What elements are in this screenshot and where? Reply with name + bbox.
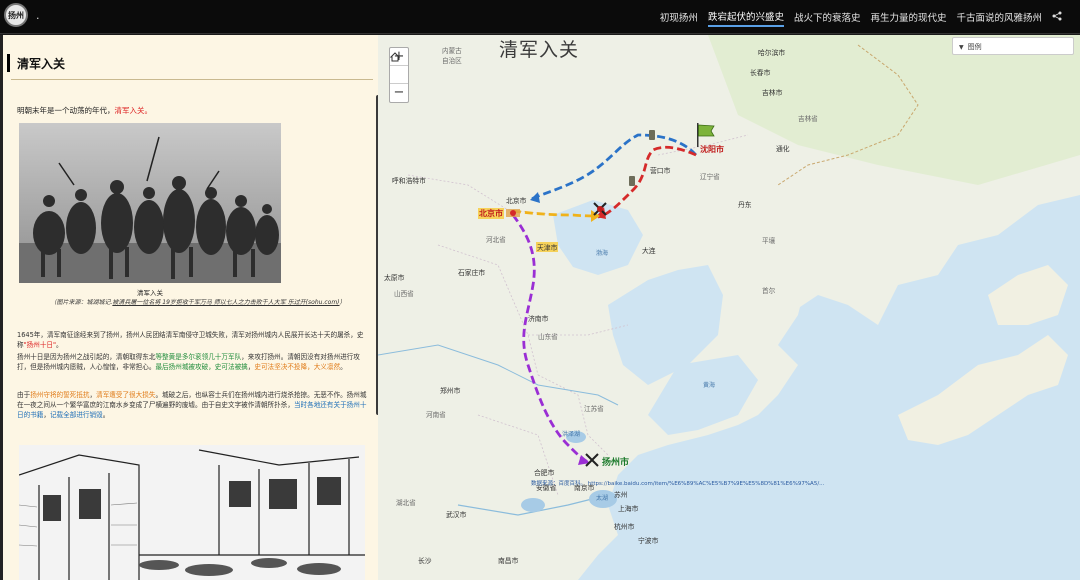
label-tianjin: 天津市 xyxy=(536,242,559,252)
label-liaoning: 辽宁省 xyxy=(700,173,720,181)
label-changchun: 长春市 xyxy=(750,69,771,77)
para3-highlight-b: 扬州守将的誓死抵抗 xyxy=(30,391,90,399)
soldier-icon xyxy=(649,130,655,140)
label-jinan: 济南市 xyxy=(528,315,549,323)
label-shanxi: 山西省 xyxy=(394,290,414,298)
label-hefei: 合肥市 xyxy=(534,469,555,477)
map-title: 清军入关 xyxy=(499,39,580,61)
label-huanghai: 黄海 xyxy=(703,382,716,389)
label-ningbo: 宁波市 xyxy=(638,537,659,545)
para3-text-a: 由于 xyxy=(17,391,31,399)
story-panel[interactable]: 清军入关 明朝末年是一个动荡的年代，清军入关。 清军入关 （图片来源：城湖城记.… xyxy=(0,35,378,580)
legend-label: 图例 xyxy=(967,43,982,51)
crossed-swords-icon[interactable] xyxy=(592,201,608,217)
cavalry-photo xyxy=(19,123,281,283)
photo-source-prefix: （图片来源：城湖城记. xyxy=(50,299,113,306)
label-henan: 河南省 xyxy=(426,411,446,419)
label-tonghua: 通化 xyxy=(776,145,790,153)
beijing-marker-icon xyxy=(506,209,520,217)
app-title: . xyxy=(36,9,40,22)
label-zhengzhou: 郑州市 xyxy=(440,387,461,395)
para1-text-a: 1645年，清军南征途经来到了扬州，扬州人民团结清军南侵守卫城失败，清军对扬州城… xyxy=(17,331,364,349)
para2-highlight-b: 等整黄是多尔衮领几十万军队 xyxy=(155,353,242,361)
label-jilin-city: 吉林市 xyxy=(762,89,783,97)
label-yangzhou: 扬州市 xyxy=(602,458,630,468)
label-beijing-city: 北京市 xyxy=(478,208,504,219)
photo-source-link[interactable]: 被清兵屠一位名将 19岁拒收千军万马 师以七人之力击败千人大军 乐过开(sohu… xyxy=(112,299,339,306)
section-header-bar xyxy=(7,54,10,72)
para3-text-g: ， xyxy=(43,411,50,419)
paragraph-3: 由于扬州守将的誓死抵抗，清军遭受了很大损失。城破之后，也纵容士兵们在扬州城内进行… xyxy=(17,390,369,420)
battle-swords-icon[interactable] xyxy=(584,452,600,468)
label-nanchang: 南昌市 xyxy=(498,557,519,565)
photo-source: （图片来源：城湖城记.被清兵屠一位名将 19岁拒收千军万马 师以七人之力击败千人… xyxy=(33,298,363,307)
map-view[interactable]: 内蒙古 自治区 长春市 吉林市 吉林省 哈尔滨市 沈阳市 辽宁省 营口市 丹东 … xyxy=(378,35,1080,580)
label-hubei: 湖北省 xyxy=(396,499,416,507)
label-hongzehu: 洪泽湖 xyxy=(562,431,581,438)
label-suzhou: 苏州 xyxy=(614,491,628,499)
paragraph-2: 扬州十日是因为扬州之战引起的，清朝取得东北等整黄是多尔衮领几十万军队，来攻打扬州… xyxy=(17,352,369,372)
label-dandong: 丹东 xyxy=(738,201,752,209)
home-icon[interactable] xyxy=(390,52,408,84)
label-pyongyang: 平壤 xyxy=(762,237,776,245)
label-hangzhou: 杭州市 xyxy=(614,523,635,531)
label-bohai: 渤海 xyxy=(596,250,609,257)
para3-highlight-d: 清军遭受了很大损失 xyxy=(96,391,156,399)
section-header: 清军入关 xyxy=(3,51,378,75)
para2-highlight-d: 最后扬州城被攻破，史可法被擒 xyxy=(155,363,248,371)
section-title: 清军入关 xyxy=(17,57,66,71)
zoom-controls: + − xyxy=(389,47,409,103)
label-hohhot: 呼和浩特市 xyxy=(392,177,426,185)
story-nav: 初现扬州 跌宕起伏的兴盛史 战火下的衰落史 再生力量的现代史 千古面说的风雅扬州 xyxy=(650,0,1062,34)
label-shanghai: 上海市 xyxy=(618,505,639,513)
nav-tab-decline[interactable]: 战火下的衰落史 xyxy=(794,8,861,26)
zoom-out-button[interactable]: − xyxy=(390,84,408,102)
photo-caption: 清军入关 xyxy=(137,289,163,297)
paragraph-1: 1645年，清军南征途经来到了扬州，扬州人民团结清军南侵守卫城失败，清军对扬州城… xyxy=(17,330,369,350)
para1-text-c: 。 xyxy=(56,341,63,349)
app-window: 扬州 . 初现扬州 跌宕起伏的兴盛史 战火下的衰落史 再生力量的现代史 千古面说… xyxy=(0,0,1080,580)
label-shenyang: 沈阳市 xyxy=(700,145,724,154)
label-beijing-prov: 北京市 xyxy=(506,197,527,205)
top-navigation-bar: 扬州 . 初现扬州 跌宕起伏的兴盛史 战火下的衰落史 再生力量的现代史 千古面说… xyxy=(0,0,1080,34)
nav-tab-modern[interactable]: 再生力量的现代史 xyxy=(870,8,946,26)
label-hebei: 河北省 xyxy=(486,236,506,244)
nav-tab-prosperity[interactable]: 跌宕起伏的兴盛史 xyxy=(707,7,784,27)
label-wuhan: 武汉市 xyxy=(446,511,467,519)
app-logo[interactable]: 扬州 xyxy=(4,3,28,27)
label-changsha: 长沙 xyxy=(418,557,432,565)
basemap xyxy=(378,35,1080,580)
nav-tab-elegance[interactable]: 千古面说的风雅扬州 xyxy=(956,8,1042,26)
label-taihu: 太湖 xyxy=(596,495,609,502)
label-harbin: 哈尔滨市 xyxy=(758,49,786,57)
para2-text-g: 。 xyxy=(340,363,347,371)
chevron-down-icon: ▼ xyxy=(959,44,964,51)
divider xyxy=(11,79,373,80)
soldier-icon xyxy=(629,176,635,186)
intro-text-a: 明朝末年是一个动荡的年代， xyxy=(17,106,115,115)
label-jilin: 吉林省 xyxy=(798,115,818,123)
photo-source-suffix: ） xyxy=(339,299,346,306)
para1-highlight: "扬州十日" xyxy=(23,341,57,349)
intro-text: 明朝末年是一个动荡的年代，清军入关。 xyxy=(17,105,152,116)
label-seoul: 首尔 xyxy=(762,287,776,295)
label-dalian: 大连 xyxy=(642,247,656,255)
label-taiyuan: 太原市 xyxy=(384,274,405,282)
share-icon[interactable] xyxy=(1052,11,1062,24)
label-shijiazhuang: 石家庄市 xyxy=(458,269,486,277)
label-shandong: 山东省 xyxy=(538,333,558,341)
label-yingkou: 营口市 xyxy=(650,167,671,175)
label-inner-mongolia-a: 内蒙古 xyxy=(442,47,462,55)
intro-highlight: 清军入关。 xyxy=(114,106,153,115)
label-inner-mongolia-b: 自治区 xyxy=(442,57,462,65)
para2-text-a: 扬州十日是因为扬州之战引起的，清朝取得东北 xyxy=(17,353,156,361)
para3-text-i: 。 xyxy=(102,411,110,419)
legend-toggle[interactable]: ▼ 图例 xyxy=(952,37,1074,55)
label-jiangsu: 江苏省 xyxy=(584,405,604,413)
para3-highlight-h: 记载全部进行销毁 xyxy=(49,411,103,419)
nav-tab-intro[interactable]: 初现扬州 xyxy=(660,8,698,26)
map-source-text[interactable]: 数据来源：百度百科。 https://baike.baidu.com/item/… xyxy=(531,479,824,487)
para2-highlight-f: 史可法坚决不投降，大义凛然 xyxy=(254,363,341,371)
ruins-sketch-image xyxy=(19,445,365,580)
